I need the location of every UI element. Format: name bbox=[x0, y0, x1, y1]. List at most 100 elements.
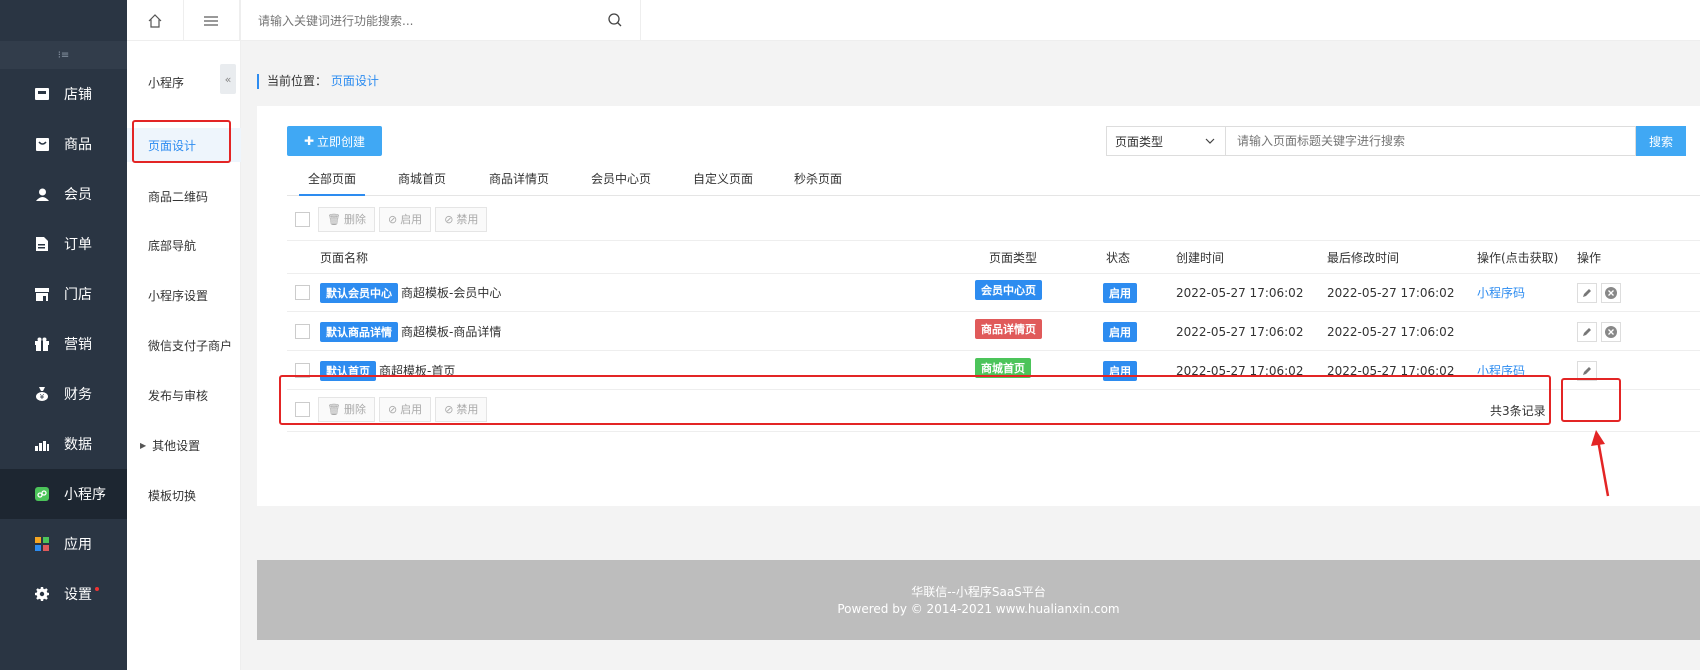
edit-button[interactable] bbox=[1577, 282, 1597, 303]
row-checkbox[interactable] bbox=[295, 363, 310, 378]
sidebar-item-label: 数据 bbox=[64, 437, 92, 453]
select-all-checkbox-bottom[interactable] bbox=[295, 401, 310, 417]
search-icon[interactable] bbox=[607, 12, 623, 31]
page-type-select[interactable]: 页面类型 bbox=[1106, 126, 1226, 156]
sidebar-item-data[interactable]: 数据 bbox=[0, 419, 127, 469]
tab-flash-sale[interactable]: 秒杀页面 bbox=[787, 162, 849, 196]
col-page-type: 页面类型 bbox=[989, 250, 1038, 265]
col-op: 操作 bbox=[1577, 250, 1602, 265]
page-type-badge: 商城首页 bbox=[975, 357, 1031, 378]
tab-member-center[interactable]: 会员中心页 bbox=[583, 162, 659, 196]
page-tabs: 全部页面 商城首页 商品详情页 会员中心页 自定义页面 秒杀页面 bbox=[287, 162, 1700, 196]
chevron-down-icon bbox=[1205, 135, 1215, 149]
disable-label: 禁用 bbox=[456, 403, 479, 416]
subnav-item-goods-qrcode[interactable]: 商品二维码 bbox=[127, 179, 241, 213]
created-time: 2022-05-27 17:06:02 bbox=[1176, 363, 1304, 378]
sidebar-item-shop[interactable]: 店铺 bbox=[0, 69, 127, 119]
tab-all-pages[interactable]: 全部页面 bbox=[299, 162, 365, 196]
select-all-checkbox[interactable] bbox=[295, 211, 310, 227]
double-chevron-left-icon: « bbox=[224, 72, 232, 86]
edit-button[interactable] bbox=[1577, 321, 1597, 342]
order-icon bbox=[34, 236, 50, 252]
function-search-input[interactable] bbox=[258, 13, 598, 28]
modified-time: 2022-05-27 17:06:02 bbox=[1327, 285, 1455, 300]
qrcode-link[interactable]: 小程序码 bbox=[1477, 362, 1525, 379]
sidebar-item-goods[interactable]: 商品 bbox=[0, 119, 127, 169]
delete-row-button[interactable] bbox=[1601, 321, 1621, 342]
tab-mall-home[interactable]: 商城首页 bbox=[391, 162, 453, 196]
sidebar-item-marketing[interactable]: 营销 bbox=[0, 319, 127, 369]
status-badge: 启用 bbox=[1103, 321, 1137, 342]
sidebar-item-finance[interactable]: ¥ 财务 bbox=[0, 369, 127, 419]
search-button[interactable]: 搜索 bbox=[1636, 126, 1686, 156]
delete-button[interactable]: 🗑 删除 bbox=[318, 206, 375, 232]
edit-button[interactable] bbox=[1577, 360, 1597, 381]
disable-label: 禁用 bbox=[456, 213, 479, 226]
main-sidebar: ⁝≡ 店铺 商品 会员 订单 门店 营销 ¥ 财务 数据 小程序 应用 设置 bbox=[0, 0, 127, 670]
status-badge: 启用 bbox=[1103, 282, 1137, 303]
sidebar-item-label: 财务 bbox=[64, 387, 92, 403]
created-time: 2022-05-27 17:06:02 bbox=[1176, 324, 1304, 339]
delete-label: 删除 bbox=[343, 213, 366, 226]
subnav-item-page-design[interactable]: 页面设计 bbox=[127, 128, 241, 162]
qrcode-link[interactable]: 小程序码 bbox=[1477, 284, 1525, 301]
tab-goods-detail[interactable]: 商品详情页 bbox=[481, 162, 557, 196]
shop-icon bbox=[34, 86, 50, 102]
subnav-item-publish-review[interactable]: 发布与审核 bbox=[127, 378, 241, 412]
disable-button-bottom[interactable]: ⊘ 禁用 bbox=[435, 396, 488, 422]
col-modified: 最后修改时间 bbox=[1327, 250, 1400, 265]
keyword-search-input[interactable] bbox=[1226, 126, 1636, 156]
modified-time: 2022-05-27 17:06:02 bbox=[1327, 363, 1455, 378]
col-status: 状态 bbox=[1106, 250, 1131, 265]
breadcrumb-current[interactable]: 页面设计 bbox=[331, 74, 379, 88]
enable-button[interactable]: ⊘ 启用 bbox=[378, 206, 432, 232]
col-created: 创建时间 bbox=[1176, 250, 1225, 265]
page-type-badge: 商品详情页 bbox=[975, 318, 1042, 339]
hamburger-icon bbox=[204, 15, 219, 26]
sidebar-item-settings[interactable]: 设置 bbox=[0, 569, 127, 619]
tab-custom-page[interactable]: 自定义页面 bbox=[685, 162, 761, 196]
default-tag: 默认商品详情 bbox=[320, 321, 398, 342]
sidebar-item-order[interactable]: 订单 bbox=[0, 219, 127, 269]
sidebar-item-apps[interactable]: 应用 bbox=[0, 519, 127, 569]
record-count: 共3条记录 bbox=[1490, 404, 1546, 418]
subnav-item-template-switch[interactable]: 模板切换 bbox=[127, 478, 241, 512]
trash-icon: 🗑 bbox=[327, 402, 341, 416]
page-type-select-value: 页面类型 bbox=[1115, 134, 1164, 149]
disable-button[interactable]: ⊘ 禁用 bbox=[435, 206, 488, 232]
menu-collapse-icon: ⁝≡ bbox=[57, 49, 70, 61]
modified-time: 2022-05-27 17:06:02 bbox=[1327, 324, 1455, 339]
sidebar-item-store[interactable]: 门店 bbox=[0, 269, 127, 319]
table-row: 默认首页 商超模板-首页 商城首页 启用 2022-05-27 17:06:02… bbox=[287, 352, 1700, 390]
create-page-button[interactable]: ✚ 立即创建 bbox=[287, 126, 382, 156]
subnav-item-miniapp-settings[interactable]: 小程序设置 bbox=[127, 278, 241, 312]
sub-nav-fold-button[interactable]: « bbox=[220, 64, 236, 94]
row-checkbox[interactable] bbox=[295, 285, 310, 300]
close-circle-icon bbox=[1605, 325, 1617, 338]
created-time: 2022-05-27 17:06:02 bbox=[1176, 285, 1304, 300]
caret-right-icon: ▶ bbox=[140, 440, 147, 450]
col-page-name: 页面名称 bbox=[320, 250, 369, 265]
enable-button-bottom[interactable]: ⊘ 启用 bbox=[378, 396, 432, 422]
sidebar-top bbox=[0, 0, 127, 41]
delete-button-bottom[interactable]: 🗑 删除 bbox=[318, 396, 375, 422]
store-icon bbox=[34, 286, 50, 302]
subnav-item-wechat-pay[interactable]: 微信支付子商户 bbox=[127, 328, 241, 362]
sidebar-item-label: 门店 bbox=[64, 287, 92, 303]
sidebar-item-label: 营销 bbox=[64, 337, 92, 353]
delete-row-button[interactable] bbox=[1601, 282, 1621, 303]
table-row: 默认商品详情 商超模板-商品详情 商品详情页 启用 2022-05-27 17:… bbox=[287, 313, 1700, 351]
subnav-item-bottom-nav[interactable]: 底部导航 bbox=[127, 228, 241, 262]
sidebar-item-member[interactable]: 会员 bbox=[0, 169, 127, 219]
secondary-sidebar: 小程序 « 页面设计 商品二维码 底部导航 小程序设置 微信支付子商户 发布与审… bbox=[127, 0, 241, 670]
miniapp-icon bbox=[34, 486, 50, 502]
check-circle-icon: ⊘ bbox=[387, 212, 398, 226]
menu-button[interactable] bbox=[184, 0, 240, 41]
sidebar-item-label: 应用 bbox=[64, 537, 92, 553]
sidebar-item-miniapp[interactable]: 小程序 bbox=[0, 469, 127, 519]
sidebar-item-label: 设置 bbox=[64, 587, 92, 603]
home-button[interactable] bbox=[127, 0, 184, 41]
subnav-item-other-settings[interactable]: ▶ 其他设置 bbox=[127, 428, 241, 462]
row-checkbox[interactable] bbox=[295, 324, 310, 339]
sidebar-collapse-toggle[interactable]: ⁝≡ bbox=[0, 41, 127, 69]
